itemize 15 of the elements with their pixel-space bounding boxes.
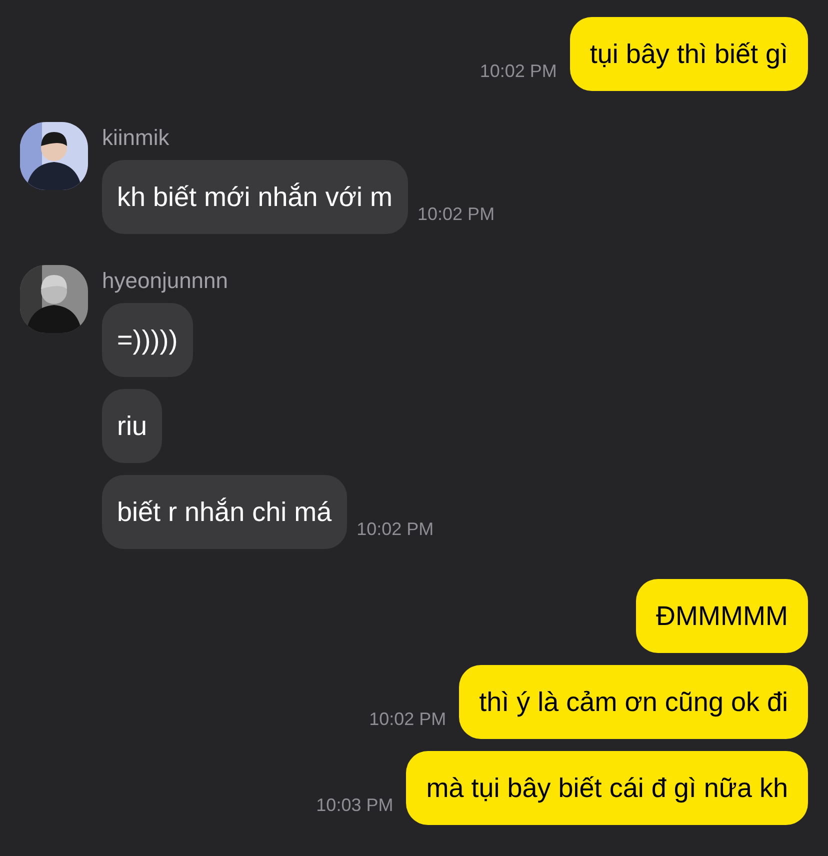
message-time: 10:02 PM [480, 60, 557, 83]
sender-name: kiinmik [102, 124, 170, 152]
message-time: 10:03 PM [316, 794, 394, 817]
message-bubble: =))))) [102, 303, 193, 377]
message-bubble: kh biết mới nhắn với m [102, 160, 408, 234]
message-time: 10:02 PM [356, 518, 434, 541]
message-time: 10:02 PM [369, 708, 446, 731]
message-bubble: biết r nhắn chi má [102, 475, 347, 549]
message-time: 10:02 PM [418, 203, 495, 226]
message-bubble: mà tụi bây biết cái đ gì nữa kh [406, 751, 808, 825]
message-bubble: thì ý là cảm ơn cũng ok đi [459, 665, 808, 739]
message-bubble: tụi bây thì biết gì [570, 17, 808, 91]
message-bubble: riu [102, 389, 162, 463]
message-bubble: ĐMMMMM [636, 579, 808, 653]
sender-name: hyeonjunnnn [102, 267, 230, 295]
